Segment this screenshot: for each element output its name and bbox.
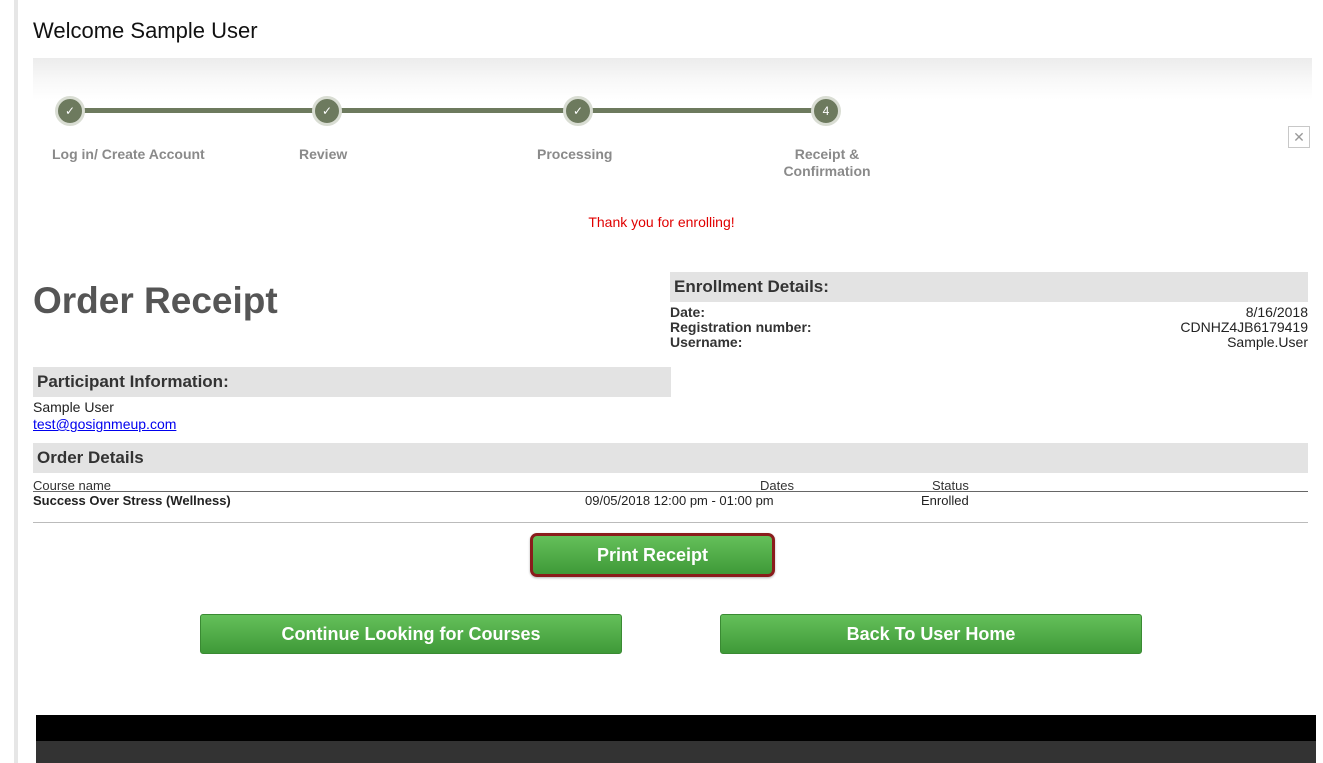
column-course-name: Course name xyxy=(33,478,112,493)
order-details-heading: Order Details xyxy=(33,443,1308,473)
enrollment-details: Date: 8/16/2018 Registration number: CDN… xyxy=(670,305,1308,350)
step-4-label: Receipt & Confirmation xyxy=(777,146,877,180)
welcome-heading: Welcome Sample User xyxy=(33,18,258,43)
registration-label: Registration number: xyxy=(670,319,812,335)
step-4-label-line2: Confirmation xyxy=(783,163,871,179)
step-4-label-line1: Receipt & xyxy=(794,146,860,162)
step-2-label: Review xyxy=(299,146,348,162)
enrollment-row-username: Username: Sample.User xyxy=(670,335,1308,350)
progress-track xyxy=(73,108,825,113)
progress-wizard: ✓ ✓ ✓ 4 Log in/ Create Account Review Pr… xyxy=(33,58,1312,198)
enrollment-row-registration: Registration number: CDNHZ4JB6179419 xyxy=(670,320,1308,335)
step-2-check-icon: ✓ xyxy=(312,96,342,126)
continue-looking-button[interactable]: Continue Looking for Courses xyxy=(200,614,622,654)
back-to-user-home-button[interactable]: Back To User Home xyxy=(720,614,1142,654)
participant-email-link[interactable]: test@gosignmeup.com xyxy=(33,416,176,432)
participant-info: Sample User test@gosignmeup.com xyxy=(33,399,176,433)
column-dates: Dates xyxy=(760,478,794,493)
enrollment-row-date: Date: 8/16/2018 xyxy=(670,305,1308,320)
print-receipt-button[interactable]: Print Receipt xyxy=(530,533,775,577)
thank-you-message: Thank you for enrolling! xyxy=(588,214,735,230)
course-status: Enrolled xyxy=(921,493,969,508)
participant-name: Sample User xyxy=(33,399,114,415)
step-1-label: Log in/ Create Account xyxy=(52,146,205,162)
participant-information-heading: Participant Information: xyxy=(33,367,671,397)
page-title: Order Receipt xyxy=(33,280,278,321)
step-3-check-icon: ✓ xyxy=(563,96,593,126)
column-status: Status xyxy=(932,478,969,493)
table-row: Success Over Stress (Wellness) 09/05/201… xyxy=(33,493,1308,509)
footer-bar xyxy=(36,715,1316,741)
step-4-number: 4 xyxy=(811,96,841,126)
divider xyxy=(33,522,1308,523)
left-border xyxy=(14,0,18,763)
date-label: Date: xyxy=(670,304,706,320)
date-value: 8/16/2018 xyxy=(1245,304,1308,320)
registration-value: CDNHZ4JB6179419 xyxy=(1180,319,1308,335)
course-dates: 09/05/2018 12:00 pm - 01:00 pm xyxy=(585,493,774,508)
close-icon[interactable]: ✕ xyxy=(1288,126,1310,148)
order-table-header: Course name Dates Status xyxy=(33,478,1308,493)
course-name: Success Over Stress (Wellness) xyxy=(33,493,231,508)
username-value: Sample.User xyxy=(1227,334,1308,350)
step-1-check-icon: ✓ xyxy=(55,96,85,126)
enrollment-details-heading: Enrollment Details: xyxy=(670,272,1308,302)
step-3-label: Processing xyxy=(537,146,613,162)
username-label: Username: xyxy=(670,334,743,350)
footer-bottom xyxy=(36,741,1316,763)
